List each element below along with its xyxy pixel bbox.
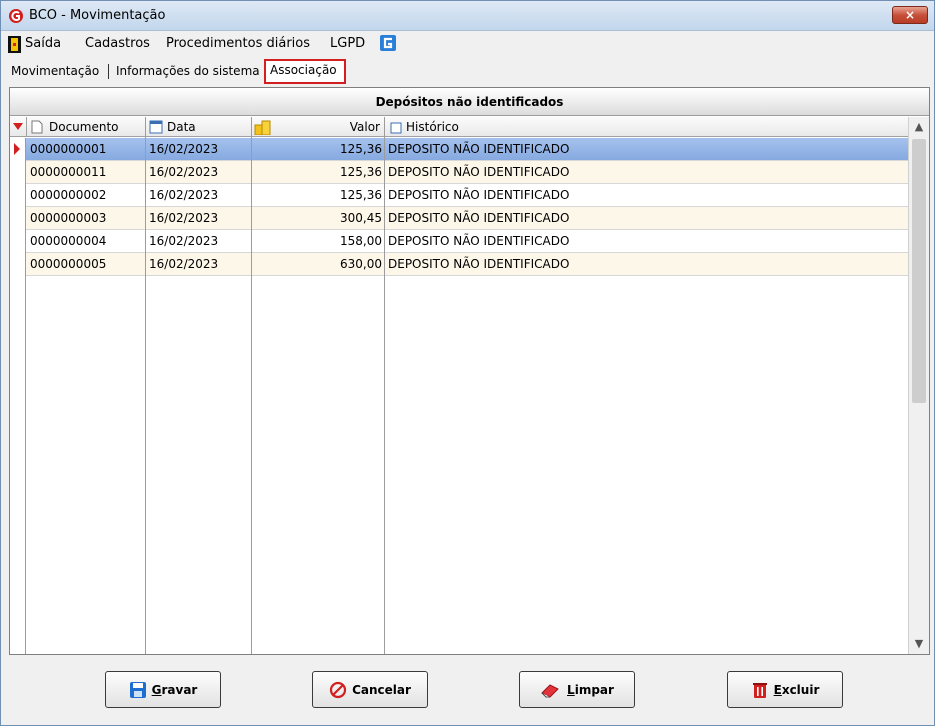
cell-data: 16/02/2023 bbox=[149, 142, 219, 156]
save-icon bbox=[129, 681, 146, 698]
cell-historico: DEPOSITO NÃO IDENTIFICADO bbox=[388, 165, 570, 179]
row-indicator-column bbox=[10, 138, 26, 654]
header-data[interactable]: Data bbox=[146, 117, 252, 137]
document-icon bbox=[31, 120, 43, 134]
tab-movimentacao[interactable]: Movimentação bbox=[11, 64, 99, 78]
gravar-button[interactable]: Gravar bbox=[105, 671, 221, 708]
exit-icon[interactable] bbox=[8, 36, 21, 53]
cell-valor: 158,00 bbox=[340, 234, 382, 248]
cell-data: 16/02/2023 bbox=[149, 165, 219, 179]
cell-documento: 0000000003 bbox=[30, 211, 107, 225]
cell-documento: 0000000004 bbox=[30, 234, 107, 248]
cell-documento: 0000000001 bbox=[30, 142, 107, 156]
eraser-icon bbox=[541, 683, 559, 698]
scroll-thumb[interactable] bbox=[912, 139, 926, 403]
cell-historico: DEPOSITO NÃO IDENTIFICADO bbox=[388, 234, 570, 248]
menu-procedimentos-diarios[interactable]: Procedimentos diários bbox=[166, 36, 310, 51]
trash-icon bbox=[752, 682, 767, 698]
vertical-scrollbar[interactable]: ▲ ▼ bbox=[908, 117, 929, 654]
column-divider bbox=[145, 117, 146, 654]
cell-historico: DEPOSITO NÃO IDENTIFICADO bbox=[388, 188, 570, 202]
scroll-down-icon[interactable]: ▼ bbox=[909, 634, 929, 654]
close-button[interactable]: × bbox=[892, 6, 928, 24]
tab-informacoes-sistema[interactable]: Informações do sistema bbox=[116, 64, 260, 78]
cell-documento: 0000000002 bbox=[30, 188, 107, 202]
cell-data: 16/02/2023 bbox=[149, 211, 219, 225]
limpar-button[interactable]: Limpar bbox=[519, 671, 635, 708]
title-bar: BCO - Movimentação × bbox=[1, 1, 934, 31]
column-divider bbox=[251, 117, 252, 654]
tab-separator bbox=[108, 64, 109, 79]
g-logo-icon[interactable] bbox=[380, 35, 396, 51]
cell-valor: 125,36 bbox=[340, 165, 382, 179]
header-historico[interactable]: Histórico bbox=[385, 117, 908, 137]
sort-arrow-icon[interactable] bbox=[13, 123, 23, 130]
cell-documento: 0000000011 bbox=[30, 165, 107, 179]
cell-valor: 300,45 bbox=[340, 211, 382, 225]
window-title: BCO - Movimentação bbox=[29, 8, 166, 23]
panel-title: Depósitos não identificados bbox=[10, 88, 929, 116]
deposits-panel: Depósitos não identificados Documento Da… bbox=[9, 87, 930, 655]
calendar-icon bbox=[149, 120, 163, 134]
cell-historico: DEPOSITO NÃO IDENTIFICADO bbox=[388, 257, 570, 271]
header-indicator bbox=[10, 117, 27, 137]
cell-data: 16/02/2023 bbox=[149, 234, 219, 248]
cancel-icon bbox=[329, 681, 347, 698]
main-window: BCO - Movimentação × Saída Cadastros Pro… bbox=[0, 0, 935, 726]
menu-lgpd[interactable]: LGPD bbox=[330, 36, 365, 51]
menu-cadastros[interactable]: Cadastros bbox=[85, 36, 150, 51]
cell-historico: DEPOSITO NÃO IDENTIFICADO bbox=[388, 211, 570, 225]
cell-data: 16/02/2023 bbox=[149, 188, 219, 202]
coins-icon bbox=[254, 120, 271, 135]
menu-saida[interactable]: Saída bbox=[25, 36, 61, 51]
header-documento[interactable]: Documento bbox=[27, 117, 146, 137]
scroll-up-icon[interactable]: ▲ bbox=[909, 117, 929, 137]
tab-associacao[interactable]: Associação bbox=[264, 59, 346, 84]
cancelar-button[interactable]: Cancelar bbox=[312, 671, 428, 708]
cell-historico: DEPOSITO NÃO IDENTIFICADO bbox=[388, 142, 570, 156]
cell-valor: 125,36 bbox=[340, 188, 382, 202]
app-logo-icon bbox=[9, 9, 23, 23]
history-icon bbox=[390, 122, 402, 134]
cell-valor: 125,36 bbox=[340, 142, 382, 156]
excluir-button[interactable]: Excluir bbox=[727, 671, 843, 708]
header-valor[interactable]: Valor bbox=[252, 117, 385, 137]
cell-valor: 630,00 bbox=[340, 257, 382, 271]
cell-documento: 0000000005 bbox=[30, 257, 107, 271]
current-row-indicator-icon bbox=[14, 143, 20, 155]
cell-data: 16/02/2023 bbox=[149, 257, 219, 271]
column-divider bbox=[384, 117, 385, 654]
